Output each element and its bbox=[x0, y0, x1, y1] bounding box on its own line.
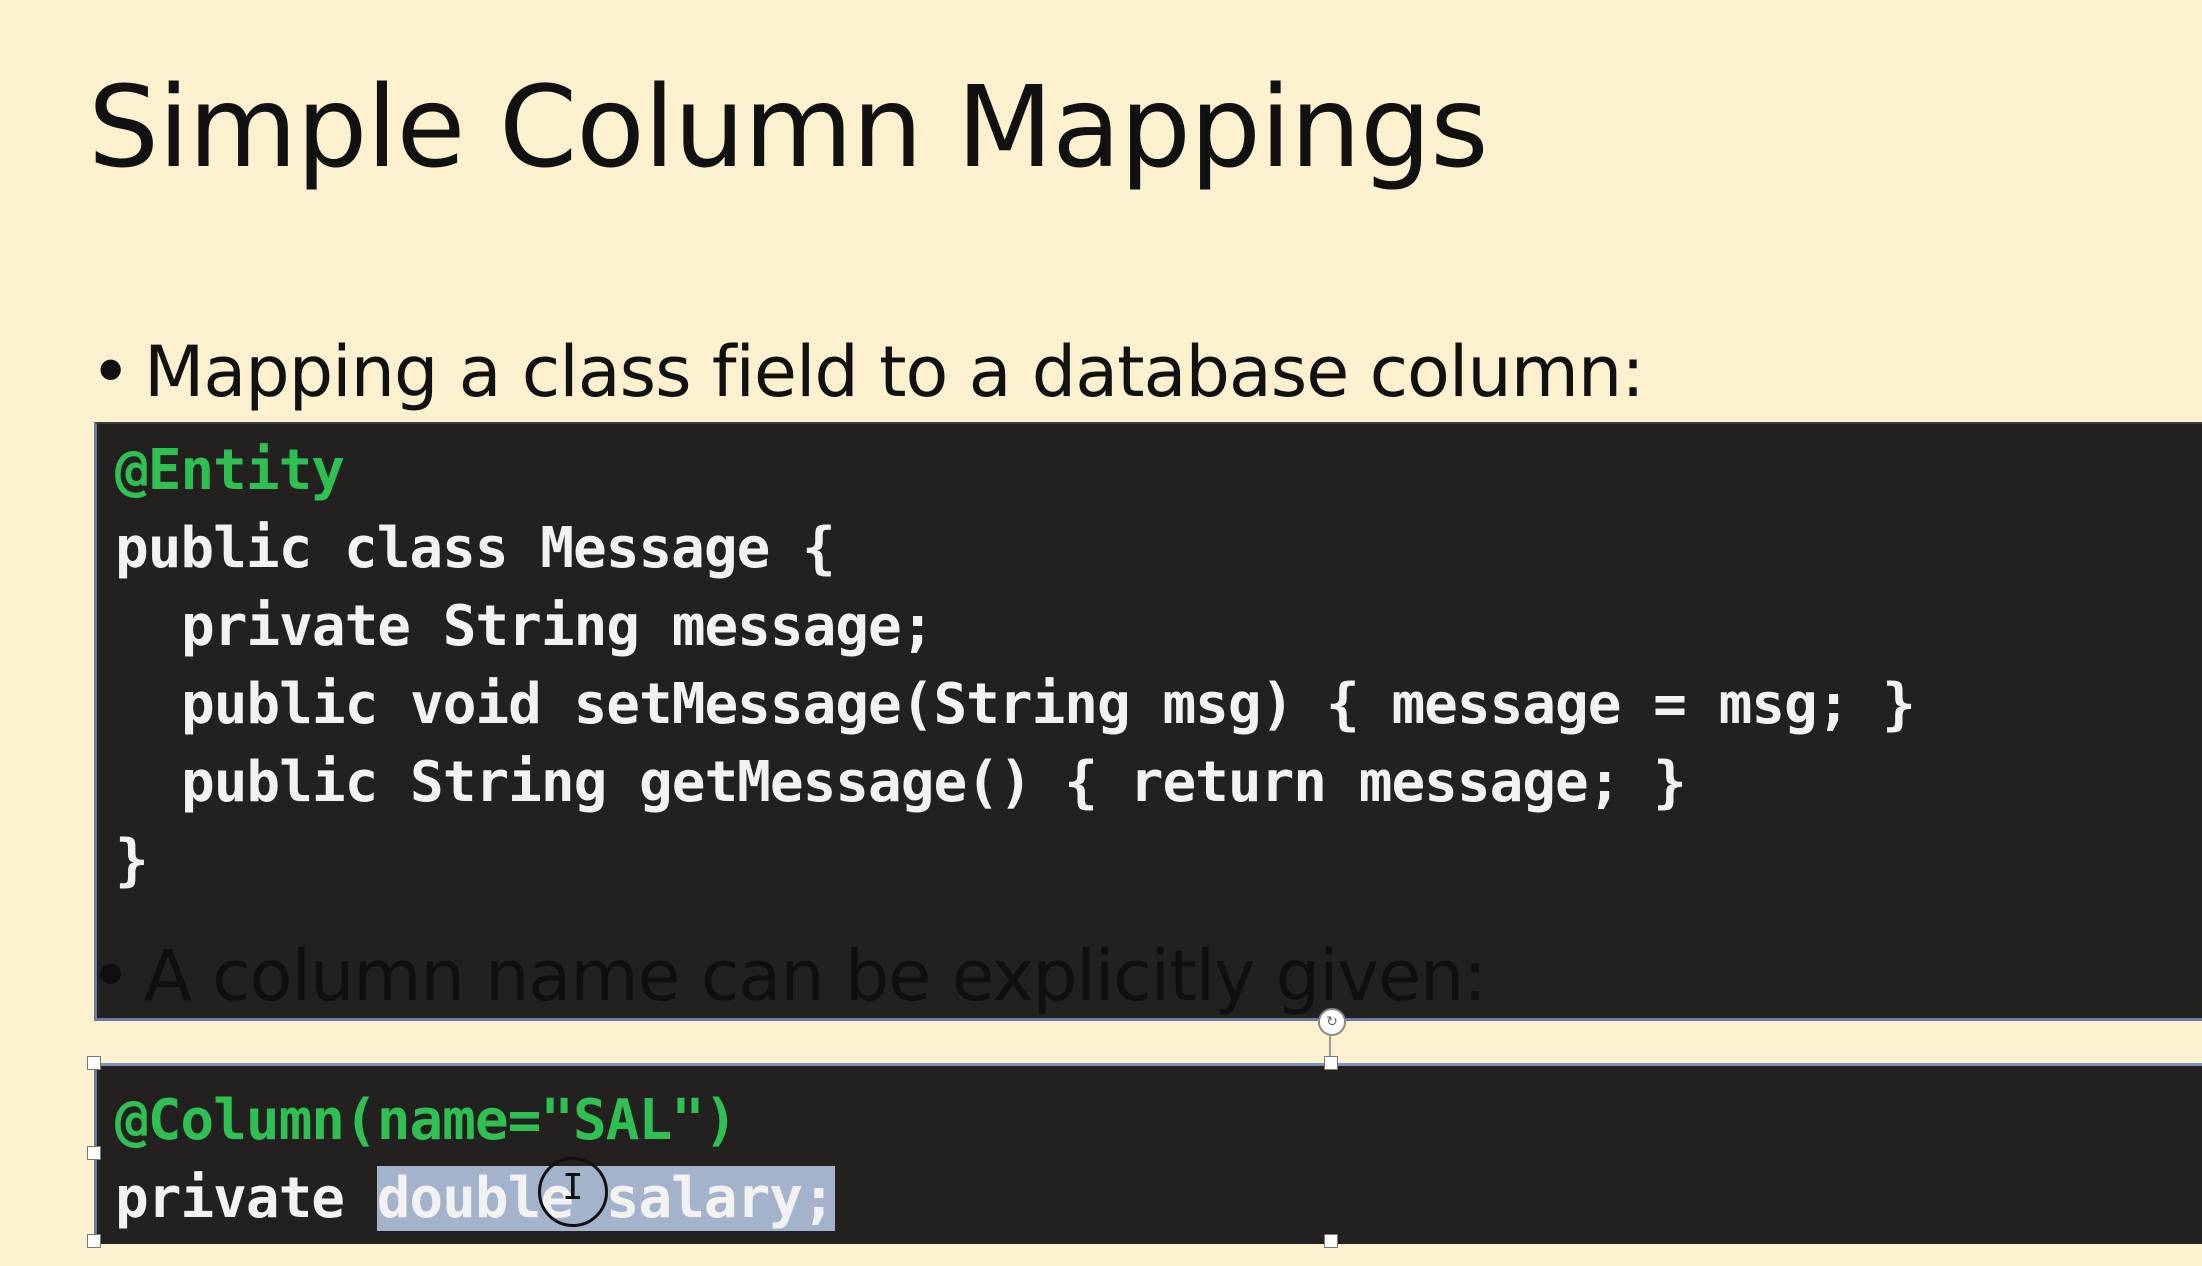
code-block-entity[interactable]: @Entity public class Message { private S… bbox=[94, 422, 2202, 1021]
code-line-class-declaration: public class Message { bbox=[115, 516, 836, 581]
resize-handle-top-center[interactable] bbox=[1324, 1056, 1338, 1070]
resize-handle-bottom-left[interactable] bbox=[87, 1234, 101, 1248]
resize-handle-middle-left[interactable] bbox=[87, 1146, 101, 1160]
resize-handle-bottom-center[interactable] bbox=[1324, 1234, 1338, 1248]
bullet-text: A column name can be explicitly given: bbox=[144, 935, 1487, 1017]
bullet-column-name: • A column name can be explicitly given: bbox=[90, 934, 1487, 1018]
slide: Simple Column Mappings • Mapping a class … bbox=[0, 0, 2202, 1266]
resize-handle-top-left[interactable] bbox=[87, 1056, 101, 1070]
code-annotation-entity: @Entity bbox=[115, 438, 345, 503]
code-line-getter: public String getMessage() { return mess… bbox=[181, 750, 1687, 815]
bullet-mapping-field: • Mapping a class field to a database col… bbox=[90, 330, 1645, 414]
code-annotation-column: @Column(name="SAL") bbox=[115, 1088, 738, 1153]
code-line-field: private String message; bbox=[181, 594, 934, 659]
code-prefix: private bbox=[115, 1166, 377, 1231]
slide-title: Simple Column Mappings bbox=[88, 63, 1489, 193]
code-block-column[interactable]: @Column(name="SAL") private double salar… bbox=[94, 1063, 2202, 1244]
code-line-salary[interactable]: private double salary; bbox=[115, 1160, 836, 1238]
bullet-text: Mapping a class field to a database colu… bbox=[144, 331, 1645, 413]
bullet-marker: • bbox=[90, 935, 131, 1017]
rotate-icon[interactable]: ↻ bbox=[1318, 1008, 1346, 1036]
code-line-closing-brace: } bbox=[115, 828, 149, 893]
text-cursor-icon: I bbox=[562, 1167, 584, 1208]
code-line-setter: public void setMessage(String msg) { mes… bbox=[181, 672, 1916, 737]
bullet-marker: • bbox=[90, 331, 131, 413]
